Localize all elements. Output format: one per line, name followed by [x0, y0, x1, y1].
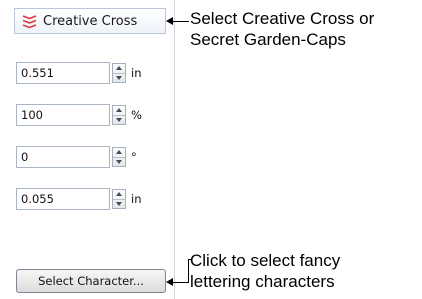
up-arrow-icon: [116, 66, 122, 71]
size-input[interactable]: [16, 62, 110, 84]
character-callout-line2: lettering characters: [190, 272, 335, 291]
size-row: in: [16, 62, 141, 84]
spacing-spinner[interactable]: [112, 189, 126, 209]
down-arrow-icon: [116, 75, 122, 80]
font-callout-line2: Secret Garden-Caps: [190, 30, 346, 49]
callout-line: [172, 21, 189, 22]
up-arrow-icon: [116, 150, 122, 155]
character-callout: Click to select fancy lettering characte…: [190, 250, 422, 292]
spin-down-button[interactable]: [113, 156, 125, 167]
spin-up-button[interactable]: [113, 148, 125, 157]
spin-down-button[interactable]: [113, 198, 125, 209]
spin-down-button[interactable]: [113, 72, 125, 83]
spacing-unit: in: [131, 192, 142, 206]
scale-spinner[interactable]: [112, 105, 126, 125]
down-arrow-icon: [116, 201, 122, 206]
lettering-properties-panel: Creative Cross in % ° in Select Ch: [0, 0, 175, 299]
spin-up-button[interactable]: [113, 190, 125, 199]
scale-input[interactable]: [16, 104, 110, 126]
spacing-input[interactable]: [16, 188, 110, 210]
callout-line: [172, 282, 189, 283]
scale-unit: %: [131, 108, 142, 122]
angle-input[interactable]: [16, 146, 110, 168]
font-style-icon: [22, 15, 37, 28]
angle-unit: °: [131, 150, 137, 164]
font-dropdown-value: Creative Cross: [43, 13, 138, 29]
select-character-button[interactable]: Select Character...: [16, 269, 166, 293]
spin-up-button[interactable]: [113, 64, 125, 73]
size-spinner[interactable]: [112, 63, 126, 83]
callout-line: [188, 259, 189, 283]
font-callout-line1: Select Creative Cross or: [190, 9, 375, 28]
down-arrow-icon: [116, 159, 122, 164]
scale-row: %: [16, 104, 142, 126]
spacing-row: in: [16, 188, 141, 210]
font-callout: Select Creative Cross or Secret Garden-C…: [190, 8, 422, 50]
up-arrow-icon: [116, 108, 122, 113]
size-unit: in: [131, 66, 142, 80]
angle-spinner[interactable]: [112, 147, 126, 167]
character-callout-line1: Click to select fancy: [190, 251, 341, 270]
up-arrow-icon: [116, 192, 122, 197]
font-dropdown[interactable]: Creative Cross: [14, 8, 166, 34]
angle-row: °: [16, 146, 137, 168]
down-arrow-icon: [116, 117, 122, 122]
spin-up-button[interactable]: [113, 106, 125, 115]
spin-down-button[interactable]: [113, 114, 125, 125]
